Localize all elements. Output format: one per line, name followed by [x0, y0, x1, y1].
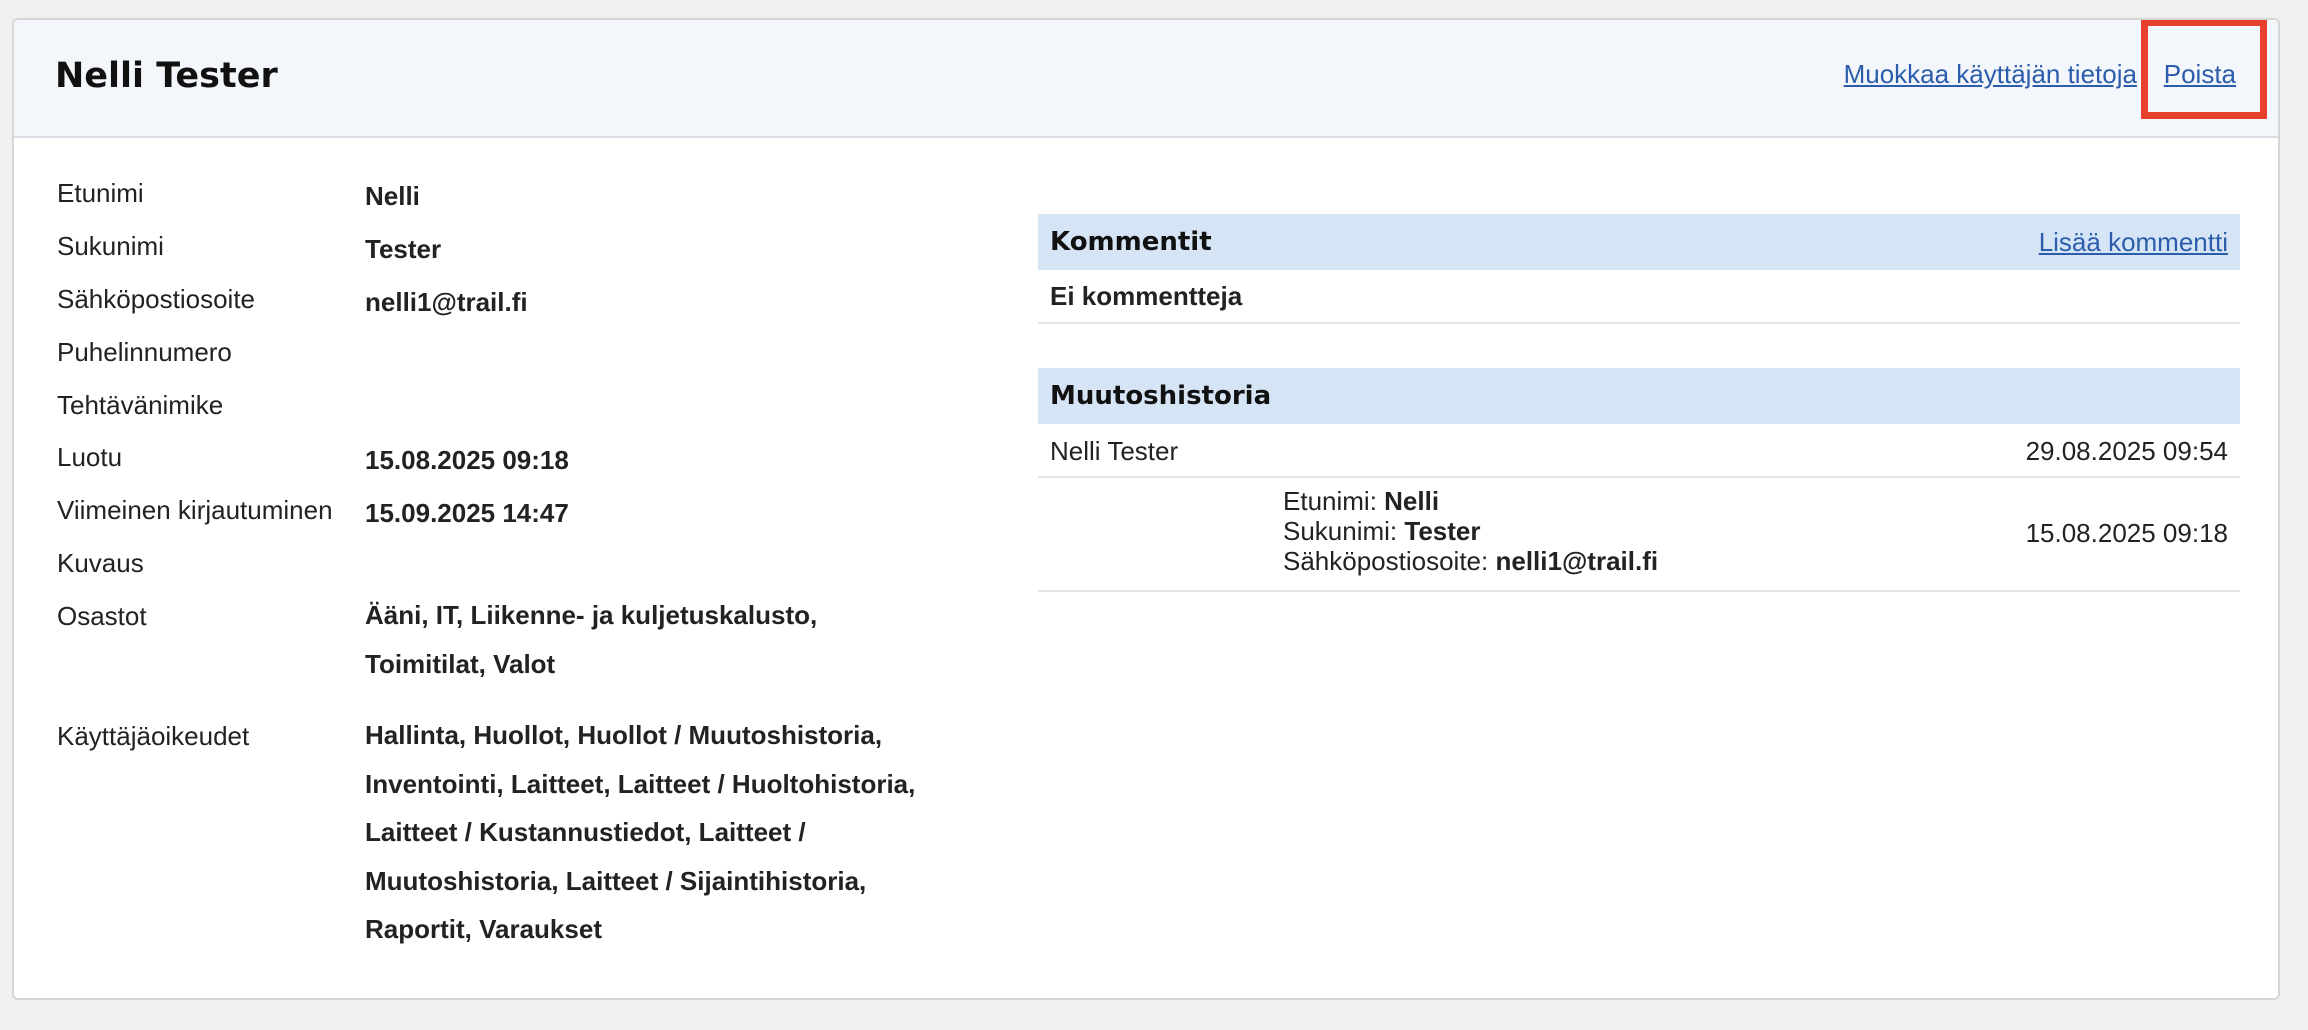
- edit-user-link[interactable]: Muokkaa käyttäjän tietoja: [1844, 59, 2137, 89]
- history-change-first-name: Etunimi: Nelli: [1283, 486, 1658, 516]
- detail-label: Sähköpostiosoite: [57, 284, 256, 314]
- detail-label: Viimeinen kirjautuminen: [57, 495, 333, 525]
- comments-header: Kommentit Lisää kommentti: [1038, 214, 2240, 270]
- change-field: Sähköpostiosoite:: [1283, 546, 1489, 576]
- detail-value: nelli1@trail.fi: [365, 287, 528, 317]
- detail-value: 15.08.2025 09:18: [365, 445, 569, 475]
- change-field: Sukunimi:: [1283, 516, 1398, 546]
- history-section: Muutoshistoria Nelli Tester 29.08.2025 0…: [1038, 368, 2240, 592]
- history-entry: Nelli Tester 29.08.2025 09:54: [1038, 424, 2240, 478]
- comments-empty-row: Ei kommentteja: [1038, 270, 2240, 324]
- detail-label: Luotu: [57, 442, 123, 472]
- detail-value: 15.09.2025 14:47: [365, 498, 569, 528]
- history-date: 29.08.2025 09:54: [2025, 436, 2228, 466]
- comments-title: Kommentit: [1050, 227, 1212, 257]
- detail-value: Nelli: [365, 181, 420, 211]
- change-value: nelli1@trail.fi: [1495, 546, 1659, 576]
- change-value: Nelli: [1384, 486, 1440, 516]
- detail-label: Kuvaus: [57, 548, 144, 578]
- detail-label: Etunimi: [57, 178, 144, 208]
- detail-label: Käyttäjäoikeudet: [57, 721, 250, 751]
- add-comment-link[interactable]: Lisää kommentti: [2039, 224, 2228, 260]
- change-field: Etunimi:: [1283, 486, 1377, 516]
- detail-label: Puhelinnumero: [57, 337, 232, 367]
- detail-label: Osastot: [57, 601, 147, 631]
- detail-value: Tester: [365, 234, 442, 264]
- comments-section: Kommentit Lisää kommentti Ei kommentteja: [1038, 214, 2240, 324]
- comments-empty-text: Ei kommentteja: [1050, 281, 1243, 311]
- detail-label: Tehtävänimike: [57, 390, 224, 420]
- detail-value: Hallinta, Huollot, Huollot / Muutoshisto…: [365, 720, 916, 944]
- header-actions: Muokkaa käyttäjän tietoja | Poista: [1844, 56, 2236, 92]
- detail-value: Ääni, IT, Liikenne- ja kuljetuskalusto, …: [365, 600, 818, 679]
- history-user: Nelli Tester: [1050, 436, 1179, 466]
- history-change-email: Sähköpostiosoite: nelli1@trail.fi: [1283, 546, 1658, 576]
- action-separator: |: [2142, 59, 2150, 89]
- delete-user-link[interactable]: Poista: [2164, 59, 2236, 89]
- history-title: Muutoshistoria: [1050, 381, 1272, 411]
- history-entry: Etunimi: Nelli Sukunimi: Tester Sähköpos…: [1038, 478, 2240, 592]
- panel-header: Nelli Tester Muokkaa käyttäjän tietoja | P…: [14, 20, 2278, 138]
- history-changes: Etunimi: Nelli Sukunimi: Tester Sähköpos…: [1283, 486, 1658, 576]
- history-header: Muutoshistoria: [1038, 368, 2240, 424]
- history-change-last-name: Sukunimi: Tester: [1283, 516, 1658, 546]
- detail-label: Sukunimi: [57, 231, 164, 261]
- history-date: 15.08.2025 09:18: [2025, 518, 2228, 548]
- user-details-panel: Nelli Tester Muokkaa käyttäjän tietoja | P…: [12, 18, 2280, 1000]
- change-value: Tester: [1404, 516, 1481, 546]
- page-title: Nelli Tester: [55, 56, 278, 96]
